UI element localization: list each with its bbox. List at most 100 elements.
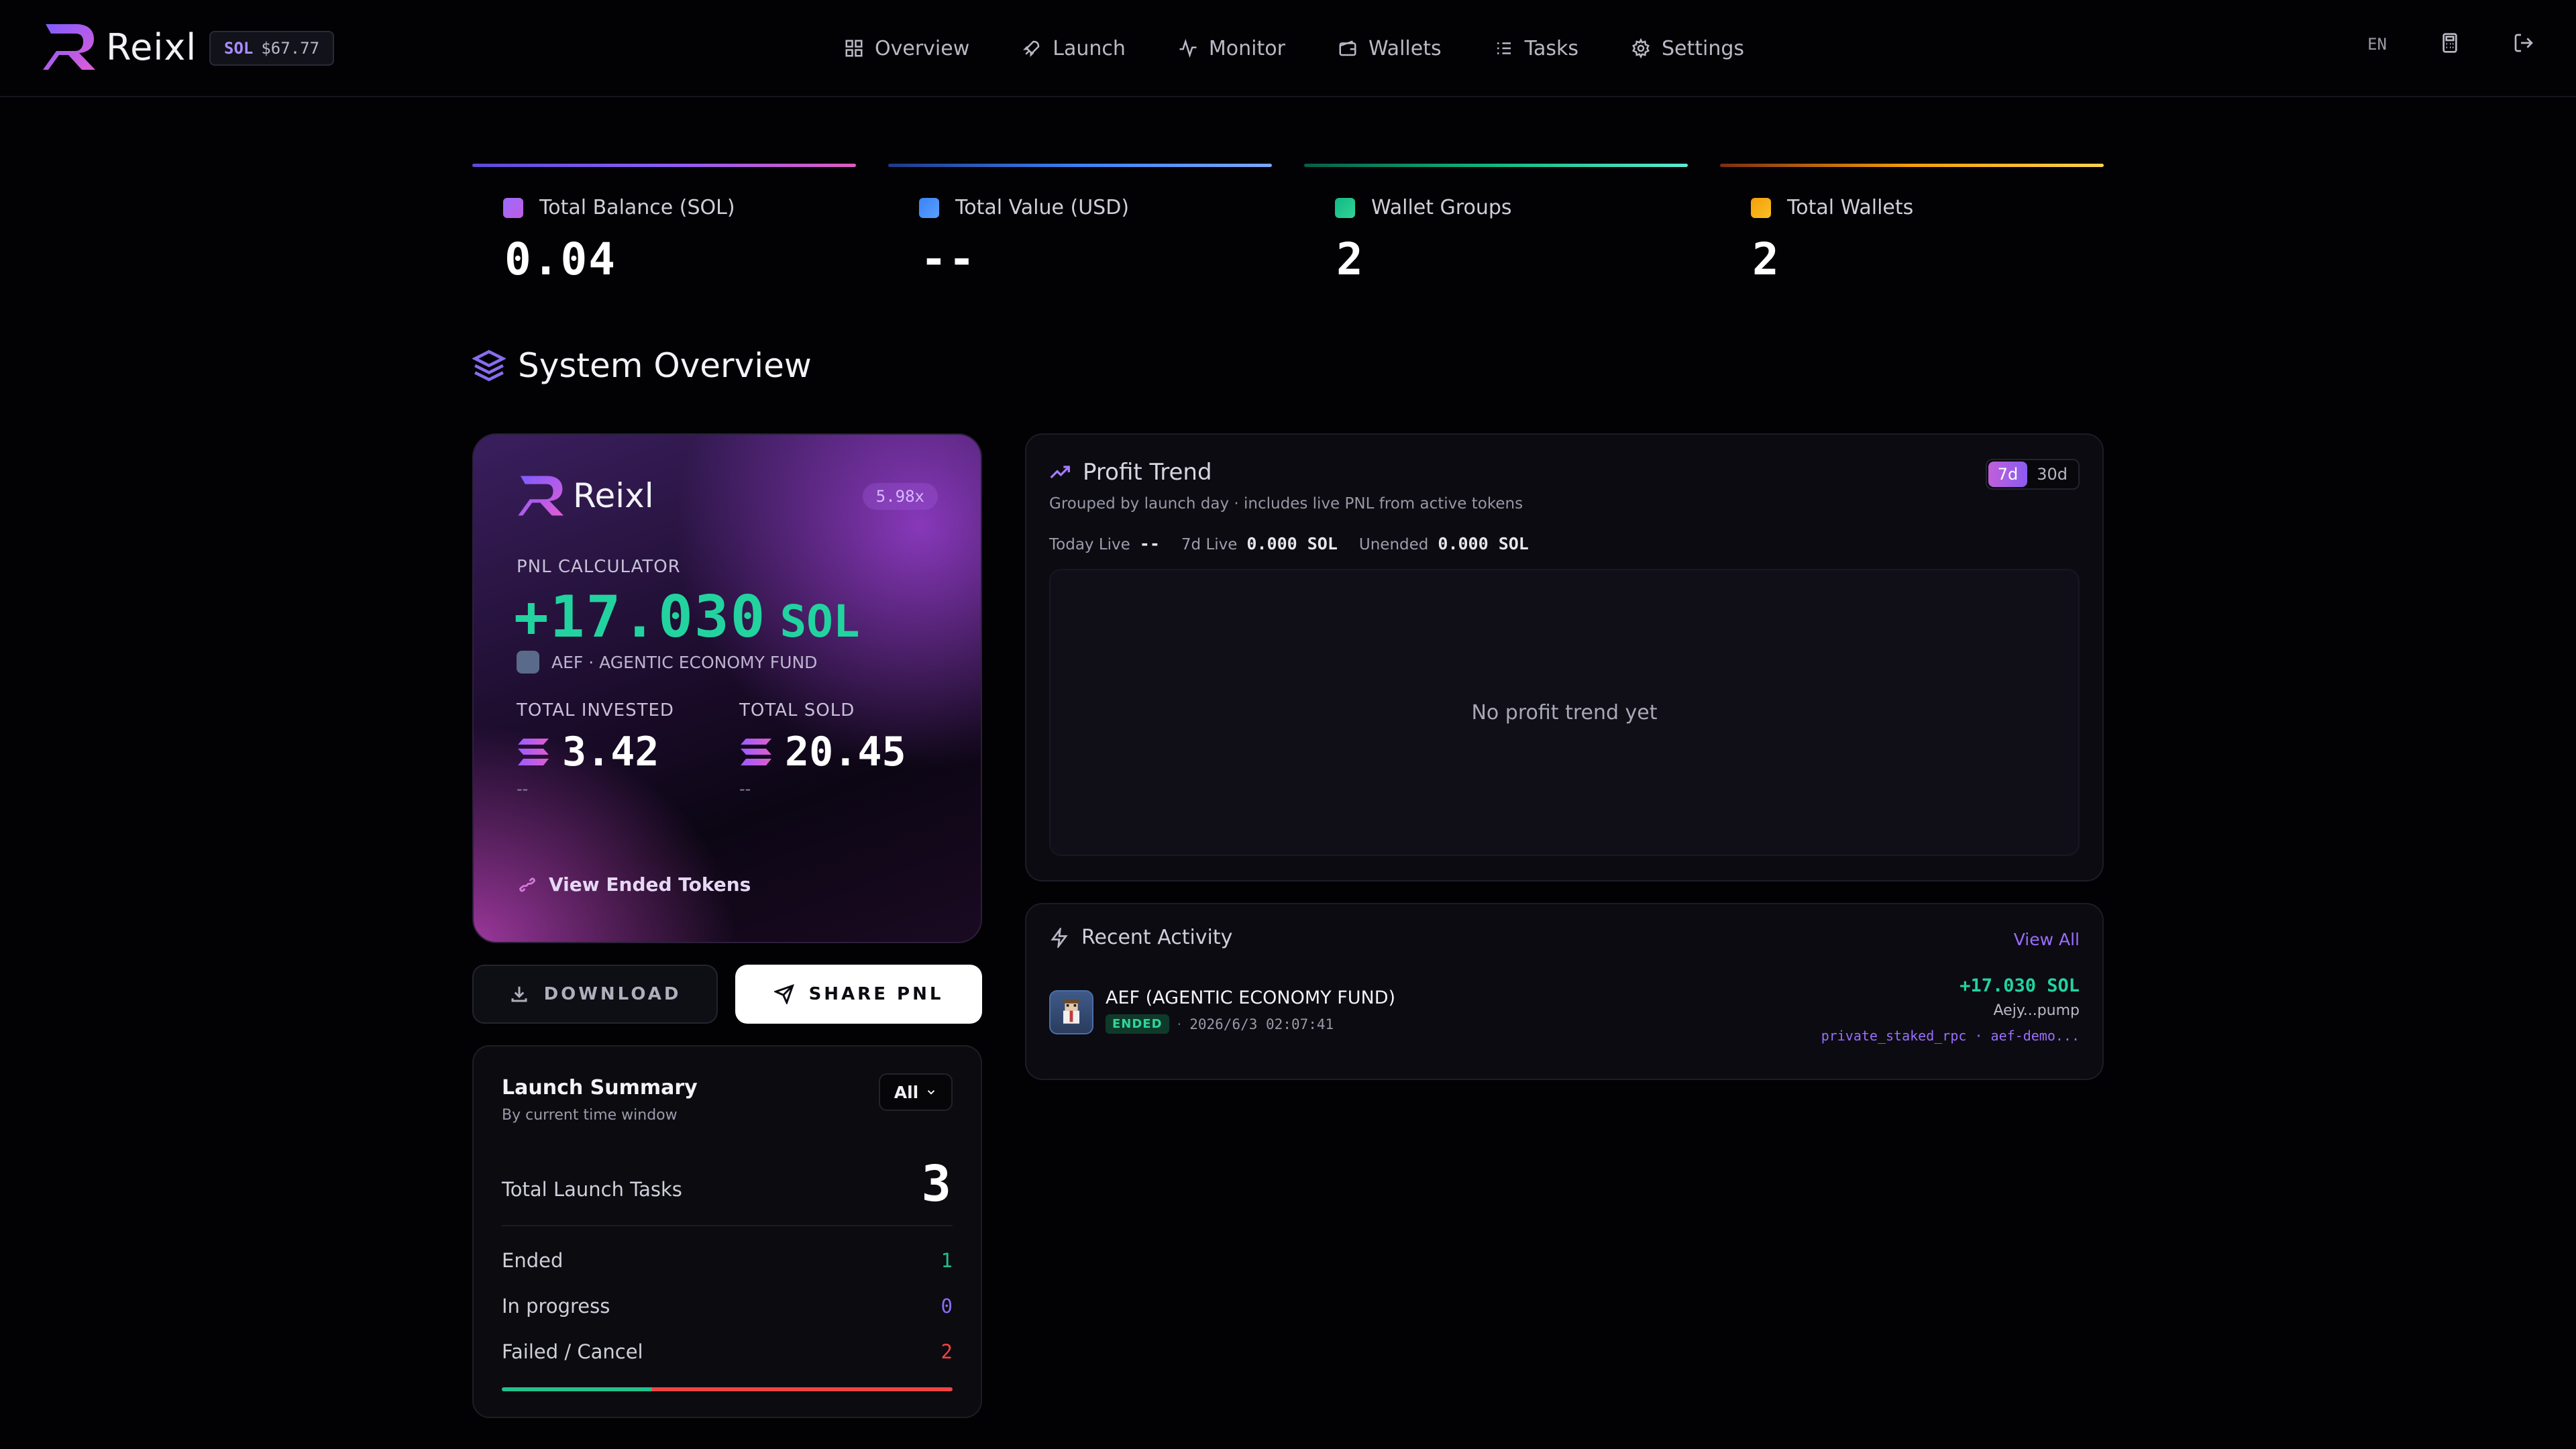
view-ended-tokens-label: View Ended Tokens [549, 873, 751, 896]
reixl-logo-icon [43, 24, 95, 70]
token-character-icon [1063, 999, 1079, 1024]
nav-wallets[interactable]: Wallets [1338, 31, 1442, 66]
token-avatar [1049, 990, 1093, 1034]
nav-launch[interactable]: Launch [1022, 31, 1126, 66]
today-live-value: -- [1139, 534, 1160, 553]
token-name: AEF · AGENTIC ECONOMY FUND [551, 652, 818, 672]
wallets-group-icon [1335, 197, 1355, 218]
pnl-brand: Reixl [573, 476, 654, 515]
summary-row-ended: Ended 1 [502, 1249, 953, 1272]
stat-label-text: Total Wallets [1787, 196, 1914, 219]
nav-tasks[interactable]: Tasks [1494, 31, 1578, 66]
activity-time: 2026/6/3 02:07:41 [1189, 1016, 1334, 1032]
reixl-logo[interactable]: Reixl [42, 21, 197, 72]
send-icon [773, 984, 794, 1004]
stat-label: Total Balance (SOL) [503, 196, 735, 219]
trending-up-icon [1050, 466, 1070, 479]
invested-sub: -- [517, 780, 529, 798]
stat-accent-bar [1720, 164, 2104, 167]
sol-price-chip: SOL $67.77 [209, 31, 335, 66]
row-value: 2 [941, 1340, 953, 1363]
total-invested: TOTAL INVESTED 3.42 -- [517, 700, 674, 798]
range-toggle: 7d 30d [1985, 459, 2080, 490]
summary-row-failed: Failed / Cancel 2 [502, 1340, 953, 1363]
top-navigation-bar: Reixl SOL $67.77 Overview Launch Monitor… [0, 0, 2576, 97]
gear-icon [1632, 38, 1650, 58]
sold-value-row: 20.45 [739, 729, 906, 775]
share-pnl-button[interactable]: SHARE PNL [735, 965, 982, 1024]
time-window-value: All [894, 1082, 919, 1102]
activity-token-name[interactable]: AEF (AGENTIC ECONOMY FUND) [1106, 987, 1395, 1008]
reixl-logo-icon [518, 476, 564, 516]
stat-value: 0.04 [504, 233, 616, 285]
profit-trend-title-text: Profit Trend [1083, 459, 1212, 486]
activity-route: private_staked_rpc · aef-demo... [1821, 1028, 2080, 1044]
row-value: 1 [941, 1249, 953, 1272]
recent-activity-card: Recent Activity View All AEF (AGENTIC EC… [1025, 903, 2104, 1080]
launch-status-progress-bar [502, 1387, 953, 1391]
stat-value: -- [920, 233, 977, 285]
rocket-icon [1023, 40, 1040, 58]
profit-trend-chart-area: No profit trend yet [1049, 569, 2080, 856]
pnl-calc-label: PNL CALCULATOR [517, 557, 681, 577]
nav-overview[interactable]: Overview [844, 31, 969, 66]
range-7d[interactable]: 7d [1988, 462, 2028, 487]
profit-trend-title: Profit Trend [1049, 459, 1212, 486]
status-badge: ENDED [1106, 1014, 1169, 1034]
range-30d[interactable]: 30d [2027, 462, 2077, 487]
nav-label: Tasks [1524, 36, 1578, 60]
stat-accent-bar [472, 164, 856, 167]
section-title-text: System Overview [518, 346, 812, 385]
invested-label: TOTAL INVESTED [517, 700, 674, 720]
app-name: Reixl [106, 25, 197, 68]
nav-settings[interactable]: Settings [1631, 31, 1744, 66]
row-value: 0 [941, 1295, 953, 1318]
view-ended-tokens-link[interactable]: View Ended Tokens [518, 873, 751, 896]
total-launch-tasks-value: 3 [921, 1155, 951, 1213]
view-all-link[interactable]: View All [2014, 930, 2080, 949]
solana-icon [503, 197, 523, 218]
row-label: Ended [502, 1249, 564, 1272]
unended-label: Unended [1358, 536, 1429, 553]
nav-label: Monitor [1208, 36, 1285, 60]
activity-address: Aejy...pump [1993, 1002, 2080, 1019]
coins-icon [919, 197, 939, 218]
pnl-token: AEF · AGENTIC ECONOMY FUND [517, 651, 817, 674]
lightning-icon [1051, 927, 1068, 948]
unended-value: 0.000 SOL [1438, 534, 1529, 553]
summary-row-in-progress: In progress 0 [502, 1295, 953, 1318]
stat-label-text: Total Value (USD) [955, 196, 1130, 219]
stat-value: 2 [1752, 233, 1780, 285]
profit-trend-card: Profit Trend Grouped by launch day · inc… [1025, 433, 2104, 881]
stat-label-text: Wallet Groups [1371, 196, 1512, 219]
wallet-icon [1751, 197, 1771, 218]
nav-label: Settings [1661, 36, 1745, 60]
language-switch[interactable]: EN [2367, 35, 2387, 54]
empty-state-text: No profit trend yet [1471, 700, 1658, 724]
total-sold: TOTAL SOLD 20.45 -- [739, 700, 906, 798]
activity-meta: ENDED · 2026/6/3 02:07:41 [1106, 1014, 1334, 1034]
calculator-button[interactable] [2439, 32, 2461, 56]
week-live-value: 0.000 SOL [1246, 534, 1338, 553]
list-icon [1497, 42, 1511, 54]
stats-row: Total Balance (SOL) 0.04 Total Value (US… [472, 164, 2104, 291]
chevron-down-icon [928, 1090, 935, 1095]
stat-label: Total Wallets [1751, 196, 1913, 219]
download-button[interactable]: DOWNLOAD [472, 965, 718, 1024]
live-stats: Today Live -- 7d Live 0.000 SOL Unended … [1049, 534, 1550, 553]
token-avatar [517, 651, 539, 674]
stat-accent-bar [1304, 164, 1688, 167]
layers-icon [472, 350, 506, 382]
launch-summary-title: Launch Summary [502, 1076, 698, 1099]
pnl-value: +17.030 SOL [514, 584, 860, 651]
nav-monitor[interactable]: Monitor [1178, 31, 1285, 66]
top-right-actions: EN [2367, 32, 2534, 56]
activity-icon [1179, 38, 1197, 58]
calculator-icon [2443, 33, 2457, 53]
logout-button[interactable] [2513, 32, 2534, 56]
sol-label: SOL [224, 39, 254, 58]
time-window-select[interactable]: All [879, 1073, 953, 1111]
row-label: Failed / Cancel [502, 1340, 643, 1363]
sold-label: TOTAL SOLD [739, 700, 855, 720]
nav-label: Wallets [1368, 36, 1442, 60]
